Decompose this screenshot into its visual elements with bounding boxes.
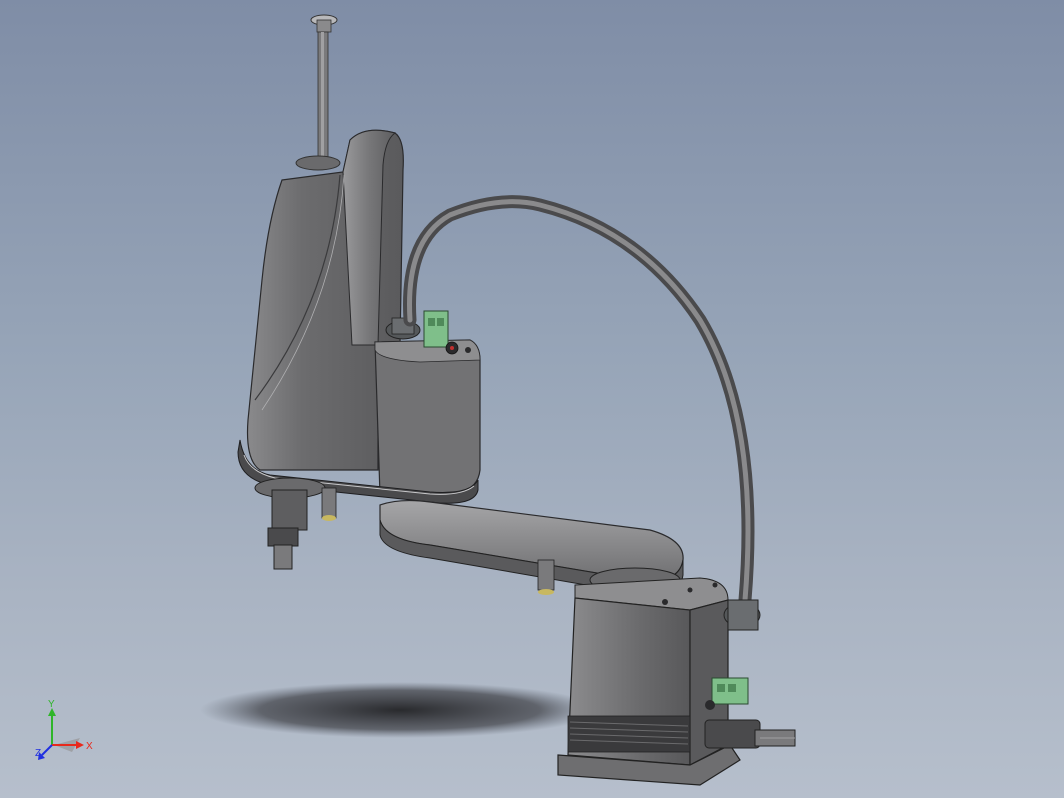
triad-y-label: Y <box>48 700 55 710</box>
floor-shadow <box>200 682 600 738</box>
triad-z-axis <box>41 744 53 756</box>
scara-robot-model[interactable] <box>0 0 1064 798</box>
robot-base <box>557 567 741 786</box>
triad-z-label: Z <box>35 748 41 759</box>
coordinate-triad: Y X Z <box>35 700 93 760</box>
triad-x-label: X <box>86 741 93 752</box>
end-effector-flange <box>254 477 337 570</box>
cad-viewport[interactable]: Y X Z <box>0 0 1064 798</box>
z-axis-rod <box>295 14 341 171</box>
